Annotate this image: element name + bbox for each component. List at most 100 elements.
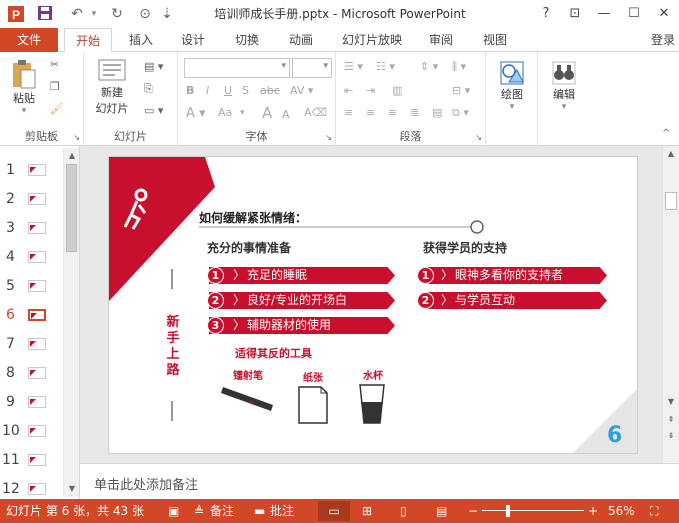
font-name-select[interactable]	[184, 58, 290, 78]
thumbnail-slide-9[interactable]: 9	[0, 392, 64, 412]
drawing-button[interactable]: 绘图 ▾	[494, 60, 530, 112]
char-spacing-icon[interactable]: AV ▾	[290, 84, 313, 97]
thumbnail-slide-6[interactable]: 6	[0, 305, 64, 325]
normal-view-icon[interactable]: ▭	[318, 501, 350, 521]
comments-status-icon[interactable]: ▬	[254, 503, 265, 519]
thumbnail-slide-2[interactable]: 2	[0, 189, 64, 209]
tab-home[interactable]: 开始	[64, 28, 112, 53]
bullets-icon[interactable]: ☰ ▾	[344, 60, 363, 73]
copy-icon[interactable]: ❐	[50, 80, 60, 93]
font-size-select[interactable]	[292, 58, 332, 78]
maximize-icon[interactable]: ☐	[622, 4, 646, 24]
line-spacing-icon[interactable]: ⇕ ▾	[420, 60, 438, 73]
layout-icon[interactable]: ▤ ▾	[144, 60, 163, 73]
start-presentation-icon[interactable]: ⊙	[134, 5, 156, 23]
thumbnail-slide-8[interactable]: 8	[0, 363, 64, 383]
minimize-icon[interactable]: —	[592, 4, 616, 24]
spellcheck-icon[interactable]: ▣	[168, 503, 179, 519]
underline-button[interactable]: U	[224, 84, 232, 97]
align-left-icon[interactable]: ≡	[344, 106, 353, 119]
align-center-icon[interactable]: ≡	[366, 106, 375, 119]
align-right-icon[interactable]: ≡	[388, 106, 397, 119]
justify-icon[interactable]: ≣	[410, 106, 419, 119]
decrease-indent-icon[interactable]: ⇤	[344, 84, 353, 97]
save-icon[interactable]	[34, 5, 56, 23]
slide-canvas[interactable]: 如何缓解紧张情绪： 新 手 上 路 充分的事情准备 充足的睡眠 〉 1 良好/专…	[108, 156, 638, 454]
zoom-out-button[interactable]: −	[468, 503, 478, 519]
slide-sorter-icon[interactable]: ⊞	[362, 503, 372, 519]
scroll-thumb[interactable]	[66, 164, 77, 252]
thumbnail-scrollbar[interactable]: ▲ ▼	[63, 148, 79, 497]
cut-icon[interactable]: ✂	[50, 58, 59, 71]
help-icon[interactable]: ?	[534, 4, 558, 24]
tab-design[interactable]: 设计	[170, 28, 216, 52]
thumbnail-slide-4[interactable]: 4	[0, 247, 64, 267]
clear-format-icon[interactable]: A⌫	[304, 106, 327, 119]
collapse-ribbon-icon[interactable]: ^	[662, 128, 670, 139]
previous-slide-icon[interactable]: ⇞	[664, 414, 678, 426]
scroll-down-icon[interactable]: ▼	[65, 483, 79, 495]
grow-font-button[interactable]: A	[262, 104, 272, 122]
paste-button[interactable]: 粘贴 ▾	[6, 58, 42, 116]
scroll-up-icon[interactable]: ▲	[664, 148, 678, 160]
tab-review[interactable]: 审阅	[418, 28, 464, 52]
thumbnail-slide-12[interactable]: 12	[0, 479, 64, 499]
reset-icon[interactable]: ⎘	[144, 82, 153, 96]
change-case-button[interactable]: Aa	[218, 106, 232, 119]
comments-button[interactable]: 批注	[270, 503, 294, 519]
zoom-slider[interactable]	[482, 510, 584, 511]
text-direction-icon[interactable]: ⫼ ▾	[452, 60, 466, 74]
notes-placeholder[interactable]: 单击此处添加备注	[94, 474, 198, 493]
notes-pane[interactable]: 单击此处添加备注	[80, 463, 679, 499]
section-icon[interactable]: ▭ ▾	[144, 104, 163, 117]
font-launcher-icon[interactable]: ↘	[325, 133, 332, 142]
zoom-level[interactable]: 56%	[608, 503, 635, 519]
signin-link[interactable]: 登录	[648, 28, 678, 52]
ribbon-display-icon[interactable]: ⊡	[563, 4, 587, 24]
thumbnail-slide-7[interactable]: 7	[0, 334, 64, 354]
clipboard-launcher-icon[interactable]: ↘	[73, 133, 80, 142]
tab-slideshow[interactable]: 幻灯片放映	[334, 28, 410, 52]
close-icon[interactable]: ✕	[652, 4, 676, 24]
increase-indent-icon[interactable]: ⇥	[366, 84, 375, 97]
next-slide-icon[interactable]: ⇟	[664, 430, 678, 442]
notes-status-icon[interactable]: ≜	[194, 503, 204, 519]
paragraph-launcher-icon[interactable]: ↘	[475, 133, 482, 142]
reading-view-icon[interactable]: ▯	[400, 503, 407, 519]
scroll-down-icon[interactable]: ▼	[664, 396, 678, 408]
scroll-up-icon[interactable]: ▲	[65, 150, 79, 162]
tab-file[interactable]: 文件	[0, 28, 58, 52]
columns-icon[interactable]: ▥	[392, 84, 402, 97]
redo-icon[interactable]: ↻	[106, 5, 128, 23]
fit-to-window-icon[interactable]: ⛶	[650, 503, 658, 519]
italic-button[interactable]: I	[206, 84, 209, 97]
format-painter-icon[interactable]: 🖌	[50, 102, 64, 115]
powerpoint-logo-icon[interactable]: P	[4, 5, 28, 23]
distributed-icon[interactable]: ▤	[432, 106, 442, 119]
thumbnail-slide-10[interactable]: 10	[0, 421, 64, 441]
slideshow-icon[interactable]: ▤	[436, 503, 447, 519]
tab-transitions[interactable]: 切换	[224, 28, 270, 52]
undo-icon[interactable]: ↶	[66, 5, 88, 23]
thumbnail-slide-5[interactable]: 5	[0, 276, 64, 296]
strikethrough-button[interactable]: abc	[260, 84, 280, 97]
font-color-icon[interactable]: A ▾	[186, 106, 206, 121]
tab-insert[interactable]: 插入	[118, 28, 164, 52]
shrink-font-button[interactable]: A	[282, 108, 290, 121]
bold-button[interactable]: B	[186, 84, 194, 97]
editing-button[interactable]: 编辑 ▾	[544, 60, 584, 112]
thumbnail-slide-3[interactable]: 3	[0, 218, 64, 238]
new-slide-button[interactable]: 新建 幻灯片	[90, 58, 134, 116]
zoom-slider-handle[interactable]	[506, 505, 510, 517]
thumbnail-slide-1[interactable]: 1	[0, 160, 64, 180]
editor-scrollbar[interactable]: ▲ ▼ ⇞ ⇟	[662, 146, 679, 463]
align-text-icon[interactable]: ⊟ ▾	[452, 84, 470, 97]
scroll-thumb[interactable]	[665, 192, 677, 210]
shadow-button[interactable]: S	[242, 84, 249, 97]
numbering-icon[interactable]: ☷ ▾	[376, 60, 395, 73]
notes-button[interactable]: 备注	[210, 503, 234, 519]
tab-animations[interactable]: 动画	[278, 28, 324, 52]
undo-dropdown-icon[interactable]: ▾	[88, 5, 100, 23]
smartart-icon[interactable]: ⧉ ▾	[452, 106, 469, 120]
zoom-in-button[interactable]: +	[588, 503, 598, 519]
